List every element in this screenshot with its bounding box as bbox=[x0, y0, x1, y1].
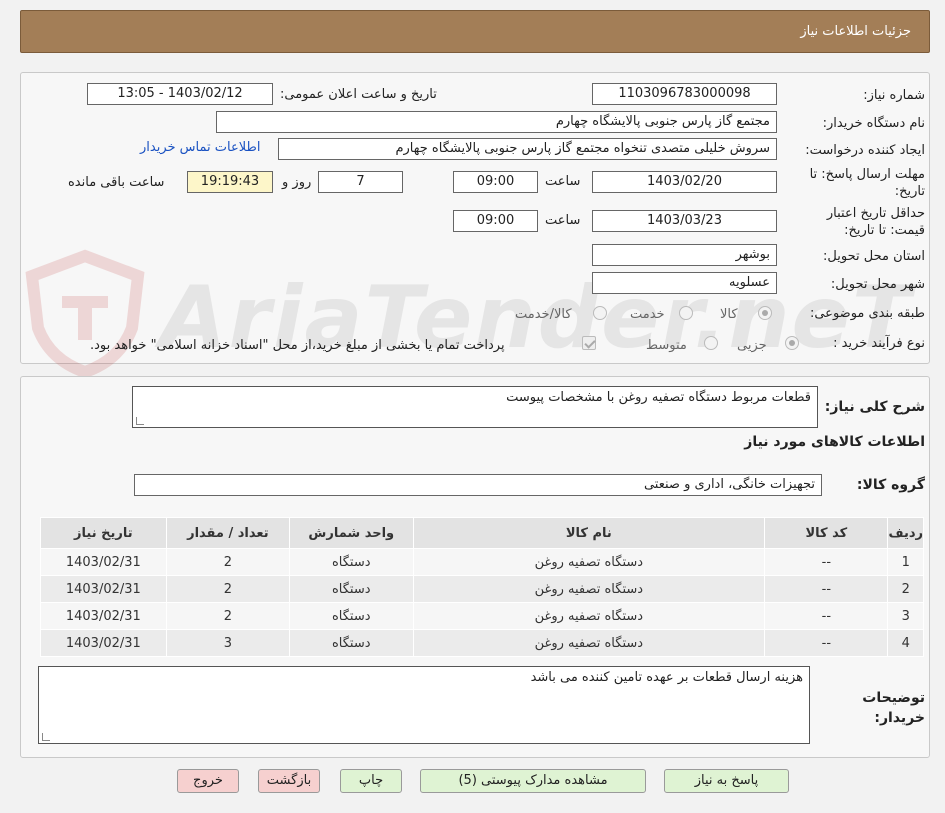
category-option-goods: کالا bbox=[720, 307, 738, 322]
city-field: عسلویه bbox=[592, 272, 777, 294]
validity-label: حداقل تاریخ اعتبار قیمت: تا تاریخ: bbox=[826, 206, 925, 238]
need-number-field: 1103096783000098 bbox=[592, 83, 777, 105]
category-radio-goods[interactable] bbox=[758, 306, 772, 320]
exit-button[interactable]: خروج bbox=[177, 769, 239, 793]
requester-label: ایجاد کننده درخواست: bbox=[805, 143, 925, 158]
days-remaining-field: 7 bbox=[318, 171, 403, 193]
table-row: 3 -- دستگاه تصفیه روغن دستگاه 2 1403/02/… bbox=[40, 602, 924, 630]
buyer-org-label: نام دستگاه خریدار: bbox=[822, 116, 925, 131]
process-radio-medium[interactable] bbox=[704, 336, 718, 350]
buyer-notes-field: هزینه ارسال قطعات بر عهده تامین کننده می… bbox=[38, 666, 810, 744]
cell-row: 1 bbox=[887, 548, 924, 576]
remaining-label: ساعت باقی مانده bbox=[68, 175, 165, 190]
process-label: نوع فرآیند خرید : bbox=[833, 336, 925, 351]
cell-qty: 2 bbox=[165, 575, 291, 603]
description-field: قطعات مربوط دستگاه تصفیه روغن با مشخصات … bbox=[132, 386, 818, 428]
city-label: شهر محل تحویل: bbox=[830, 277, 925, 292]
cell-name: دستگاه تصفیه روغن bbox=[412, 629, 766, 657]
cell-unit: دستگاه bbox=[289, 629, 414, 657]
category-option-service: خدمت bbox=[630, 307, 665, 322]
view-attachments-button[interactable]: مشاهده مدارک پیوستی (5) bbox=[420, 769, 646, 793]
deadline-date-field: 1403/02/20 bbox=[592, 171, 777, 193]
buyer-notes-label: توضیحات خریدار: bbox=[862, 690, 925, 726]
validity-time-field: 09:00 bbox=[453, 210, 538, 232]
announce-label: تاریخ و ساعت اعلان عمومی: bbox=[280, 87, 437, 102]
cell-qty: 2 bbox=[165, 602, 291, 630]
remaining-time-field: 19:19:43 bbox=[187, 171, 273, 193]
page-header: جزئیات اطلاعات نیاز bbox=[20, 10, 930, 53]
table-row: 2 -- دستگاه تصفیه روغن دستگاه 2 1403/02/… bbox=[40, 575, 924, 603]
col-code: کد کالا bbox=[764, 517, 889, 549]
buyer-notes-text: هزینه ارسال قطعات بر عهده تامین کننده می… bbox=[530, 670, 803, 685]
cell-name: دستگاه تصفیه روغن bbox=[412, 548, 766, 576]
buyer-org-field: مجتمع گاز پارس جنوبی پالایشگاه چهارم bbox=[216, 111, 777, 133]
days-label: روز و bbox=[282, 175, 312, 190]
goods-table: ردیف کد کالا نام کالا واحد شمارش تعداد /… bbox=[40, 517, 924, 657]
province-field: بوشهر bbox=[592, 244, 777, 266]
resize-handle-icon[interactable] bbox=[42, 733, 50, 741]
category-label: طبقه بندی موضوعی: bbox=[809, 306, 925, 321]
cell-name: دستگاه تصفیه روغن bbox=[412, 575, 766, 603]
goods-group-label: گروه کالا: bbox=[856, 477, 925, 493]
reply-button[interactable]: پاسخ به نیاز bbox=[664, 769, 789, 793]
goods-info-title: اطلاعات کالاهای مورد نیاز bbox=[744, 434, 925, 450]
col-unit: واحد شمارش bbox=[289, 517, 414, 549]
category-option-goods-service: کالا/خدمت bbox=[515, 307, 572, 322]
category-radio-service[interactable] bbox=[679, 306, 693, 320]
col-row: ردیف bbox=[887, 517, 924, 549]
col-qty: تعداد / مقدار bbox=[165, 517, 291, 549]
description-label: شرح کلی نیاز: bbox=[824, 399, 925, 415]
cell-row: 3 bbox=[887, 602, 924, 630]
process-option-medium: متوسط bbox=[646, 338, 687, 353]
back-button[interactable]: بازگشت bbox=[258, 769, 320, 793]
buyer-contact-link[interactable]: اطلاعات تماس خریدار bbox=[140, 140, 260, 155]
cell-unit: دستگاه bbox=[289, 548, 414, 576]
resize-handle-icon[interactable] bbox=[136, 417, 144, 425]
cell-code: -- bbox=[764, 548, 889, 576]
deadline-time-field: 09:00 bbox=[453, 171, 538, 193]
cell-date: 1403/02/31 bbox=[40, 575, 167, 603]
cell-qty: 2 bbox=[165, 548, 291, 576]
cell-name: دستگاه تصفیه روغن bbox=[412, 602, 766, 630]
process-radio-minor[interactable] bbox=[785, 336, 799, 350]
treasury-payment-note: پرداخت تمام یا بخشی از مبلغ خرید،از محل … bbox=[90, 338, 505, 353]
goods-group-field: تجهیزات خانگی، اداری و صنعتی bbox=[134, 474, 822, 496]
col-date: تاریخ نیاز bbox=[40, 517, 167, 549]
cell-code: -- bbox=[764, 602, 889, 630]
cell-date: 1403/02/31 bbox=[40, 548, 167, 576]
description-text: قطعات مربوط دستگاه تصفیه روغن با مشخصات … bbox=[506, 390, 811, 405]
province-label: استان محل تحویل: bbox=[823, 249, 925, 264]
cell-date: 1403/02/31 bbox=[40, 629, 167, 657]
cell-row: 2 bbox=[887, 575, 924, 603]
cell-qty: 3 bbox=[165, 629, 291, 657]
cell-unit: دستگاه bbox=[289, 575, 414, 603]
announce-datetime-field: 1403/02/12 - 13:05 bbox=[87, 83, 273, 105]
cell-unit: دستگاه bbox=[289, 602, 414, 630]
table-row: 4 -- دستگاه تصفیه روغن دستگاه 3 1403/02/… bbox=[40, 629, 924, 657]
treasury-payment-checkbox[interactable] bbox=[582, 336, 596, 350]
cell-date: 1403/02/31 bbox=[40, 602, 167, 630]
process-option-minor: جزیی bbox=[737, 338, 767, 353]
validity-time-label: ساعت bbox=[545, 213, 581, 228]
deadline-label: مهلت ارسال پاسخ: تا تاریخ: bbox=[809, 167, 925, 199]
cell-code: -- bbox=[764, 629, 889, 657]
print-button[interactable]: چاپ bbox=[340, 769, 402, 793]
col-name: نام کالا bbox=[412, 517, 766, 549]
requester-field: سروش خلیلی متصدی تنخواه مجتمع گاز پارس ج… bbox=[278, 138, 777, 160]
cell-code: -- bbox=[764, 575, 889, 603]
validity-date-field: 1403/03/23 bbox=[592, 210, 777, 232]
page-title: جزئیات اطلاعات نیاز bbox=[800, 24, 911, 39]
table-row: 1 -- دستگاه تصفیه روغن دستگاه 2 1403/02/… bbox=[40, 548, 924, 576]
deadline-time-label: ساعت bbox=[545, 174, 581, 189]
need-number-label: شماره نیاز: bbox=[863, 88, 925, 103]
category-radio-goods-service[interactable] bbox=[593, 306, 607, 320]
goods-table-header: ردیف کد کالا نام کالا واحد شمارش تعداد /… bbox=[40, 517, 924, 549]
cell-row: 4 bbox=[887, 629, 924, 657]
